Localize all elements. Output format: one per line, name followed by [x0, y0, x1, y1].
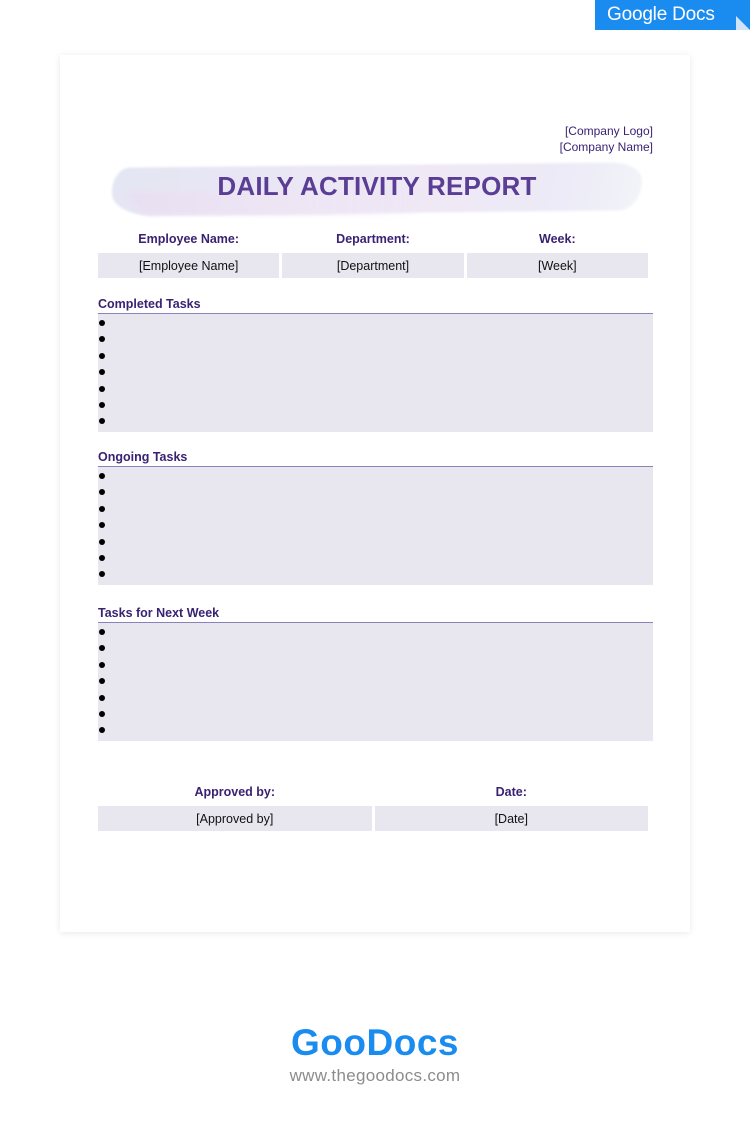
employee-name-field[interactable]: [Employee Name] — [98, 253, 280, 278]
company-name-placeholder[interactable]: [Company Name] — [560, 139, 653, 155]
page-title: DAILY ACTIVITY REPORT — [217, 171, 537, 201]
bullet-icon — [99, 336, 105, 343]
section-title: Completed Tasks — [98, 296, 653, 314]
list-item[interactable] — [98, 331, 653, 347]
list-item[interactable] — [98, 413, 653, 429]
task-list[interactable] — [98, 623, 653, 741]
list-item[interactable] — [98, 566, 653, 582]
week-label: Week: — [539, 232, 576, 246]
list-item[interactable] — [98, 722, 653, 738]
bullet-icon — [99, 710, 105, 717]
list-item[interactable] — [98, 501, 653, 517]
list-item[interactable] — [98, 657, 653, 673]
bullet-icon — [99, 401, 105, 408]
list-item[interactable] — [98, 315, 653, 331]
google-docs-label: Google Docs — [607, 4, 715, 25]
section-title: Ongoing Tasks — [98, 449, 653, 467]
task-list[interactable] — [98, 314, 653, 432]
date-field[interactable]: [Date] — [374, 806, 648, 831]
list-item[interactable] — [98, 550, 653, 566]
bullet-icon — [99, 522, 105, 529]
list-item[interactable] — [98, 706, 653, 722]
approval-label-row: Approved by: Date: — [98, 781, 648, 803]
info-value-row: [Employee Name] [Department] [Week] — [98, 253, 648, 278]
bullet-icon — [99, 352, 105, 359]
employee-info-table: Employee Name: Department: Week: [Employ… — [95, 228, 651, 278]
week-field[interactable]: [Week] — [466, 253, 648, 278]
list-item[interactable] — [98, 484, 653, 500]
bullet-icon — [99, 385, 105, 392]
bullet-icon — [99, 678, 105, 685]
date-label: Date: — [495, 785, 527, 799]
bullet-icon — [99, 571, 105, 578]
list-item[interactable] — [98, 534, 653, 550]
list-item[interactable] — [98, 397, 653, 413]
bullet-icon — [99, 489, 105, 496]
task-list[interactable] — [98, 467, 653, 585]
bullet-icon — [99, 694, 105, 701]
bullet-icon — [99, 473, 105, 479]
approval-value-row: [Approved by] [Date] — [98, 806, 648, 831]
bullet-icon — [99, 538, 105, 545]
bullet-icon — [99, 727, 105, 734]
bullet-icon — [99, 661, 105, 668]
list-item[interactable] — [98, 640, 653, 656]
completed-tasks-section: Completed Tasks — [98, 296, 653, 432]
list-item[interactable] — [98, 673, 653, 689]
bullet-icon — [99, 505, 105, 512]
page-fold-icon — [736, 16, 750, 30]
bullet-icon — [99, 320, 105, 326]
goodocs-logo: GooDocs — [291, 1022, 459, 1063]
employee-name-label: Employee Name: — [138, 232, 240, 246]
list-item[interactable] — [98, 690, 653, 706]
department-label: Department: — [336, 232, 410, 246]
document-page: [Company Logo] [Company Name] DAILY ACTI… — [60, 55, 690, 932]
company-logo-placeholder[interactable]: [Company Logo] — [560, 123, 653, 139]
next-week-tasks-section: Tasks for Next Week — [98, 605, 653, 741]
list-item[interactable] — [98, 364, 653, 380]
ongoing-tasks-section: Ongoing Tasks — [98, 449, 653, 585]
section-title: Tasks for Next Week — [98, 605, 653, 623]
list-item[interactable] — [98, 381, 653, 397]
list-item[interactable] — [98, 468, 653, 484]
bullet-icon — [99, 554, 105, 561]
bullet-icon — [99, 629, 105, 635]
bullet-icon — [99, 369, 105, 376]
bullet-icon — [99, 645, 105, 652]
approved-by-field[interactable]: [Approved by] — [98, 806, 372, 831]
goodocs-url[interactable]: www.thegoodocs.com — [0, 1066, 750, 1086]
department-field[interactable]: [Department] — [282, 253, 464, 278]
approved-by-label: Approved by: — [194, 785, 276, 799]
list-item[interactable] — [98, 517, 653, 533]
google-docs-badge: Google Docs — [595, 0, 750, 30]
bullet-icon — [99, 418, 105, 425]
info-label-row: Employee Name: Department: Week: — [98, 228, 648, 250]
company-block: [Company Logo] [Company Name] — [560, 123, 653, 155]
title-banner: DAILY ACTIVITY REPORT — [108, 159, 646, 219]
list-item[interactable] — [98, 624, 653, 640]
list-item[interactable] — [98, 348, 653, 364]
approval-table: Approved by: Date: [Approved by] [Date] — [95, 781, 651, 831]
